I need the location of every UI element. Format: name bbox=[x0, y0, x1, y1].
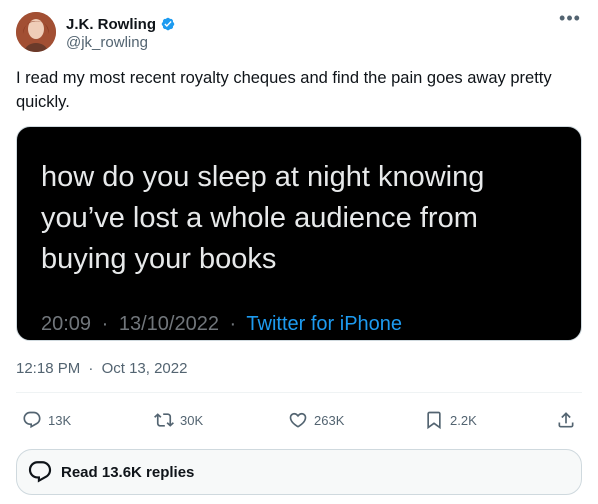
divider bbox=[16, 392, 582, 393]
more-icon[interactable]: ••• bbox=[558, 9, 582, 32]
read-replies-label: Read 13.6K replies bbox=[61, 463, 195, 481]
media-time: 20:09 bbox=[41, 313, 92, 335]
timestamp-separator: · bbox=[88, 360, 94, 377]
author-handle[interactable]: @jk_rowling bbox=[66, 34, 148, 51]
action-bar: 13K 30K 263K 2.2K bbox=[16, 406, 582, 434]
tweet-timestamp[interactable]: 12:18 PM · Oct 13, 2022 bbox=[16, 360, 187, 377]
media-separator: · bbox=[101, 313, 109, 335]
share-icon bbox=[558, 412, 574, 428]
tweet-text: I read my most recent royalty cheques an… bbox=[16, 69, 552, 111]
avatar-image bbox=[16, 12, 56, 52]
like-count: 263K bbox=[314, 412, 345, 428]
media-separator-2: · bbox=[229, 313, 237, 335]
retweet-icon bbox=[154, 413, 174, 427]
read-replies-button[interactable]: Read 13.6K replies bbox=[16, 449, 582, 495]
media-date: 13/10/2022 bbox=[118, 313, 219, 335]
like-icon bbox=[289, 412, 307, 428]
replies-bubble-icon bbox=[28, 461, 52, 483]
tweet-header: J.K. Rowling @jk_rowling ••• bbox=[16, 9, 582, 56]
reply-button[interactable]: 13K bbox=[22, 406, 71, 434]
bookmark-icon bbox=[427, 411, 441, 430]
author-name[interactable]: J.K. Rowling bbox=[66, 16, 156, 33]
bookmark-count: 2.2K bbox=[450, 412, 477, 428]
retweet-button[interactable]: 30K bbox=[154, 406, 203, 434]
author-name-row: J.K. Rowling bbox=[66, 14, 177, 34]
like-button[interactable]: 263K bbox=[288, 406, 344, 434]
media-meta: 20:09 · 13/10/2022 · Twitter for iPhone bbox=[41, 313, 402, 336]
share-button[interactable] bbox=[556, 406, 576, 434]
reply-icon bbox=[23, 411, 41, 429]
timestamp-time: 12:18 PM bbox=[16, 360, 81, 377]
tweet-media-image[interactable]: how do you sleep at night knowing you’ve… bbox=[16, 126, 582, 341]
reply-count: 13K bbox=[48, 412, 72, 428]
media-quote-text: how do you sleep at night knowing you’ve… bbox=[41, 161, 485, 275]
bookmark-button[interactable]: 2.2K bbox=[424, 406, 477, 434]
avatar[interactable] bbox=[16, 12, 56, 52]
retweet-count: 30K bbox=[180, 412, 204, 428]
timestamp-date: Oct 13, 2022 bbox=[101, 360, 188, 377]
verified-badge-icon bbox=[159, 15, 177, 33]
media-source: Twitter for iPhone bbox=[246, 313, 403, 335]
